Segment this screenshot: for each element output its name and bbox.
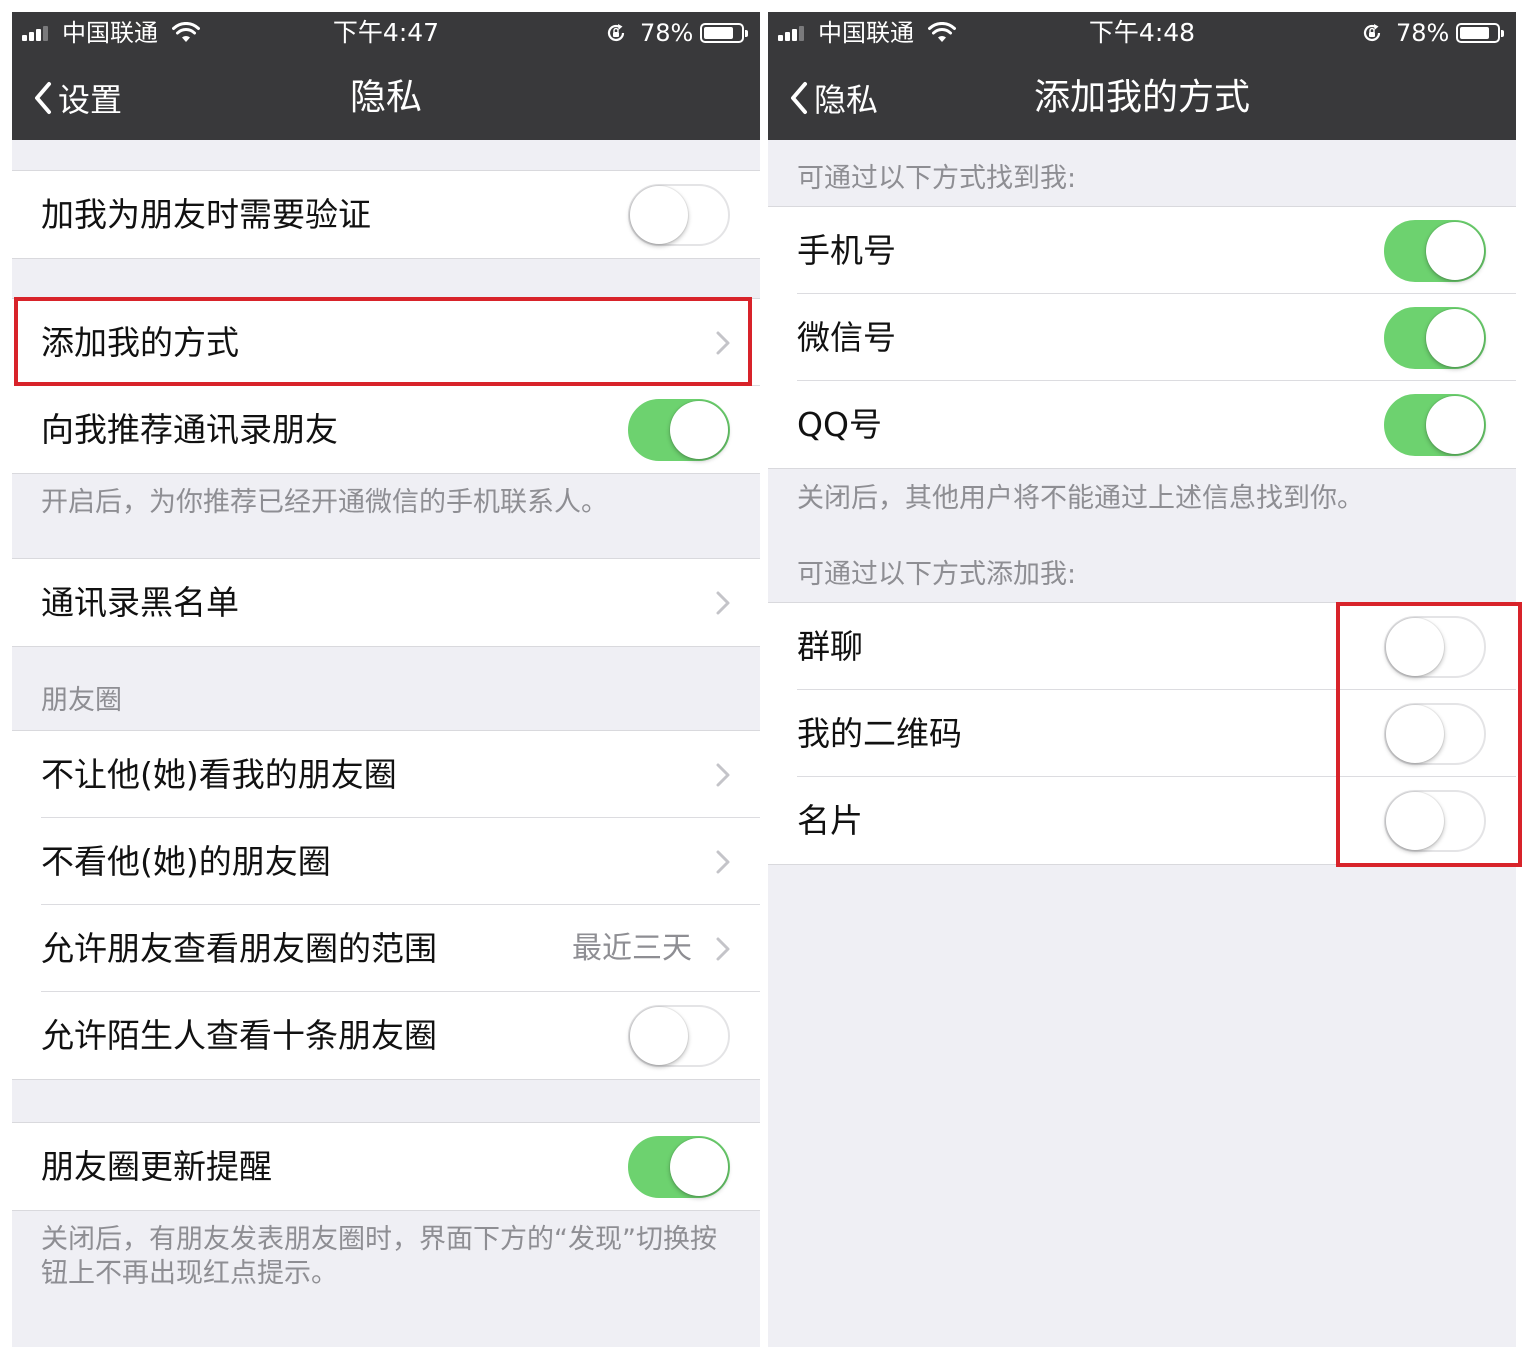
qr-code-label: 我的二维码	[797, 714, 962, 753]
rotation-lock-icon	[1363, 24, 1381, 42]
phone-toggle[interactable]	[1384, 220, 1486, 282]
wechat-id-toggle[interactable]	[1384, 307, 1486, 369]
hide-view-row[interactable]: 不看他(她)的朋友圈	[12, 818, 760, 905]
status-bar: 中国联通 下午4:47 78%	[12, 12, 760, 56]
update-reminder-label: 朋友圈更新提醒	[41, 1147, 272, 1186]
business-card-row: 名片	[768, 777, 1516, 864]
group-chat-label: 群聊	[797, 627, 863, 666]
chevron-right-icon	[716, 850, 730, 874]
chevron-right-icon	[716, 331, 730, 355]
find-section-header: 可通过以下方式找到我:	[797, 163, 1077, 194]
top-bar: 中国联通 下午4:47 78% 设置 隐私	[12, 12, 760, 140]
page-title: 添加我的方式	[1033, 77, 1250, 118]
top-bar: 中国联通 下午4:48 78% 隐私 添加我的方式	[768, 12, 1516, 140]
stranger-toggle[interactable]	[628, 1005, 730, 1067]
blacklist-label: 通讯录黑名单	[41, 583, 239, 622]
add-methods-row[interactable]: 添加我的方式	[12, 299, 760, 386]
chevron-right-icon	[716, 591, 730, 615]
rotation-lock-icon	[607, 24, 625, 42]
business-card-label: 名片	[797, 801, 863, 840]
qr-code-toggle[interactable]	[1384, 703, 1486, 765]
block-view-label: 不让他(她)看我的朋友圈	[41, 755, 397, 794]
range-value: 最近三天	[572, 931, 692, 966]
stranger-label: 允许陌生人查看十条朋友圈	[41, 1016, 437, 1055]
find-footnote: 关闭后，其他用户将不能通过上述信息找到你。	[797, 483, 1364, 514]
page-title: 隐私	[349, 77, 422, 118]
stranger-row: 允许陌生人查看十条朋友圈	[12, 992, 760, 1079]
moments-group: 不让他(她)看我的朋友圈 不看他(她)的朋友圈 允许朋友查看朋友圈的范围 最近三…	[12, 730, 760, 1080]
privacy-screen: 中国联通 下午4:47 78% 设置 隐私 加我为朋友时需要验证 添加我的方式 …	[12, 12, 760, 1347]
blacklist-row[interactable]: 通讯录黑名单	[12, 559, 760, 646]
group-chat-toggle[interactable]	[1384, 616, 1486, 678]
verify-label: 加我为朋友时需要验证	[41, 195, 371, 234]
blacklist-group: 通讯录黑名单	[12, 558, 760, 647]
business-card-toggle[interactable]	[1384, 790, 1486, 852]
update-reminder-toggle[interactable]	[628, 1136, 730, 1198]
qq-label: QQ号	[797, 405, 882, 444]
chevron-right-icon	[716, 763, 730, 787]
find-group: 手机号 微信号 QQ号	[768, 206, 1516, 469]
recommend-contacts-label: 向我推荐通讯录朋友	[41, 410, 338, 449]
verify-group: 加我为朋友时需要验证	[12, 170, 760, 259]
add-methods-screen: 中国联通 下午4:48 78% 隐私 添加我的方式 可通过以下方式找到我: 手机…	[768, 12, 1516, 1347]
nav-bar: 设置 隐私	[12, 56, 760, 140]
wechat-id-label: 微信号	[797, 318, 896, 357]
battery-percent: 78%	[1396, 19, 1450, 47]
moments-section-header: 朋友圈	[41, 685, 122, 716]
add-methods-label: 添加我的方式	[41, 323, 239, 362]
contacts-group: 添加我的方式 向我推荐通讯录朋友	[12, 298, 760, 474]
qr-code-row: 我的二维码	[768, 690, 1516, 777]
add-group: 群聊 我的二维码 名片	[768, 602, 1516, 865]
qq-row: QQ号	[768, 381, 1516, 468]
battery-icon	[700, 23, 748, 43]
range-row[interactable]: 允许朋友查看朋友圈的范围 最近三天	[12, 905, 760, 992]
chevron-right-icon	[716, 937, 730, 961]
status-bar: 中国联通 下午4:48 78%	[768, 12, 1516, 56]
battery-percent: 78%	[640, 19, 694, 47]
range-label: 允许朋友查看朋友圈的范围	[41, 929, 437, 968]
update-group: 朋友圈更新提醒	[12, 1122, 760, 1211]
group-chat-row: 群聊	[768, 603, 1516, 690]
phone-label: 手机号	[797, 231, 896, 270]
nav-bar: 隐私 添加我的方式	[768, 56, 1516, 140]
recommend-footnote: 开启后，为你推荐已经开通微信的手机联系人。	[41, 487, 608, 518]
add-section-header: 可通过以下方式添加我:	[797, 559, 1077, 590]
verify-row: 加我为朋友时需要验证	[12, 171, 760, 258]
block-view-row[interactable]: 不让他(她)看我的朋友圈	[12, 731, 760, 818]
update-reminder-row: 朋友圈更新提醒	[12, 1123, 760, 1210]
qq-toggle[interactable]	[1384, 394, 1486, 456]
battery-icon	[1456, 23, 1504, 43]
update-footnote: 关闭后，有朋友发表朋友圈时，界面下方的“发现”切换按钮上不再出现红点提示。	[41, 1224, 717, 1289]
verify-toggle[interactable]	[628, 184, 730, 246]
recommend-contacts-toggle[interactable]	[628, 399, 730, 461]
wechat-id-row: 微信号	[768, 294, 1516, 381]
hide-view-label: 不看他(她)的朋友圈	[41, 842, 331, 881]
phone-row: 手机号	[768, 207, 1516, 294]
recommend-contacts-row: 向我推荐通讯录朋友	[12, 386, 760, 473]
